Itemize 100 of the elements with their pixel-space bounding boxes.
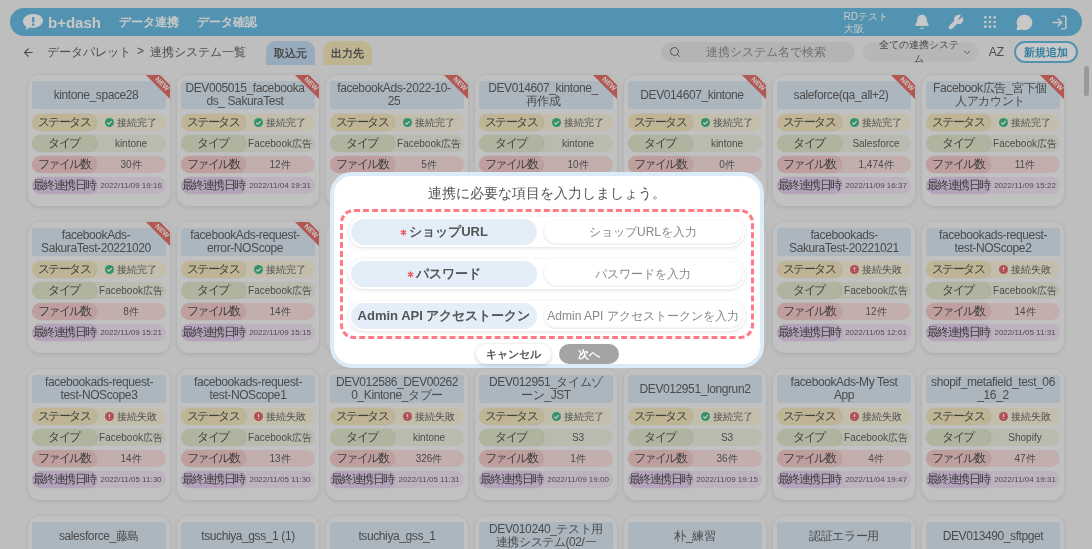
field-label: ファイル数 — [777, 303, 841, 320]
input-field[interactable]: パスワードを入力 — [543, 261, 743, 287]
field-label: ステータス — [926, 408, 990, 425]
alert-circle-icon — [254, 412, 263, 421]
status-text: 接続失敗 — [415, 409, 455, 424]
breadcrumb-item[interactable]: データパレット — [47, 43, 131, 61]
back-arrow-icon[interactable] — [22, 45, 35, 59]
field-label: 最終連携日時 — [777, 324, 841, 341]
field-value: Facebook広告 — [843, 430, 909, 445]
field-value: 4件 — [867, 451, 885, 466]
connection-card[interactable]: DEV012586_DEV002620_Kintone_タブー ステータス 接続失敗 タイプ kintone ファイル数 326件 最終連携日時 2022/11/05 11:31 — [326, 369, 468, 500]
check-circle-icon — [701, 412, 710, 421]
field-label: ステータス — [926, 261, 990, 278]
alert-circle-icon — [403, 412, 412, 421]
search-icon — [668, 46, 681, 58]
sort-button[interactable]: AZ — [986, 45, 1006, 59]
field-label: ステータス — [181, 408, 245, 425]
field-value: 14件 — [119, 451, 143, 466]
breadcrumb-item: 連携システム一覧 — [150, 43, 246, 61]
status-text: 接続完了 — [266, 115, 306, 130]
field-label: 最終連携日時 — [777, 177, 841, 194]
field-label: 最終連携日時 — [330, 471, 394, 488]
connection-card[interactable]: facebookAds-My Test App ステータス 接続失敗 タイプ Facebook広告 ファイル数 4件 最終連携日時 2022/11/04 19:47 — [773, 369, 915, 500]
field-label: 最終連携日時 — [926, 324, 990, 341]
field-label: タイプ — [777, 429, 841, 446]
alert-circle-icon — [850, 265, 859, 274]
field-value: 2022/11/09 19:16 — [99, 180, 163, 192]
connection-card[interactable]: DEV010240_テスト用連携システム(02/一 — [475, 516, 617, 549]
connection-card[interactable]: DEV012951_longrun2 ステータス 接続完了 タイプ S3 ファイル数 36件 最終連携日時 2022/11/09 19:15 — [624, 369, 766, 500]
field-label: ステータス — [479, 408, 543, 425]
field-label: ファイル数 — [181, 303, 245, 320]
field-label: タイプ — [32, 429, 96, 446]
status-text: 接続完了 — [713, 115, 753, 130]
field-value: 2022/11/09 15:15 — [248, 327, 312, 339]
alert-circle-icon — [850, 412, 859, 421]
check-circle-icon — [999, 118, 1008, 127]
login-icon[interactable] — [1051, 13, 1068, 31]
form-field[interactable]: Admin API アクセストークン Admin API アクセストークンを入力 — [349, 301, 745, 331]
connection-card[interactable]: tsuchiya_gss_1 — [326, 516, 468, 549]
tab[interactable]: 出力先 — [323, 41, 372, 65]
tab[interactable]: 取込元 — [266, 41, 315, 65]
scrollbar-thumb[interactable] — [1084, 66, 1089, 96]
system-filter-dropdown[interactable]: 全ての連携システム — [862, 42, 979, 62]
check-circle-icon — [701, 118, 710, 127]
connection-card[interactable]: facebookads-request-test-NOScope2 ステータス 接続失敗 タイプ Facebook広告 ファイル数 14件 最終連携日時 2022/11/05 11:31 — [922, 222, 1064, 353]
form-field[interactable]: ショップURL ショップURLを入力 — [349, 217, 745, 247]
connection-card[interactable]: shopif_metafield_test_06_16_2 ステータス 接続失敗 タイプ Shopify ファイル数 47件 最終連携日時 2022/11/04 19:31 — [922, 369, 1064, 500]
card-title: shopif_metafield_test_06_16_2 — [926, 375, 1060, 403]
card-title: facebookads-SakuraTest-20221021 — [777, 228, 911, 256]
connection-card[interactable]: tsuchiya_gss_1 (1) — [177, 516, 319, 549]
connection-card[interactable]: 認証エラー用 — [773, 516, 915, 549]
field-value: 2022/11/09 19:00 — [546, 474, 610, 486]
field-label: ファイル数 — [330, 156, 394, 173]
grid-icon[interactable] — [982, 14, 998, 30]
field-label: 最終連携日時 — [181, 177, 245, 194]
field-value: 2022/11/05 11:30 — [248, 474, 312, 486]
connection-card[interactable]: facebookads-request-test-NOScope3 ステータス 接続失敗 タイプ Facebook広告 ファイル数 14件 最終連携日時 2022/11/05 11:30 — [28, 369, 170, 500]
connection-card[interactable]: facebookads-request-test-NOScope1 ステータス 接続失敗 タイプ Facebook広告 ファイル数 13件 最終連携日時 2022/11/05 11:30 — [177, 369, 319, 500]
input-field[interactable]: ショップURLを入力 — [543, 219, 743, 245]
field-value: Facebook広告 — [992, 136, 1058, 151]
connection-card[interactable]: facebookads-SakuraTest-20221021 ステータス 接続失敗 タイプ Facebook広告 ファイル数 12件 最終連携日時 2022/11/05 12:01 — [773, 222, 915, 353]
status-text: 接続完了 — [713, 409, 753, 424]
field-label: タイプ — [479, 429, 543, 446]
status-text: 接続失敗 — [1011, 409, 1051, 424]
connection-card[interactable]: 朴_練習 — [624, 516, 766, 549]
status-text: 接続完了 — [564, 115, 604, 130]
chat-icon[interactable] — [1016, 13, 1033, 31]
field-label: ファイル数 — [330, 450, 394, 467]
bell-icon[interactable] — [914, 14, 930, 30]
check-circle-icon — [254, 265, 263, 274]
required-mark-icon — [407, 270, 414, 278]
field-label: 最終連携日時 — [777, 471, 841, 488]
field-label: ステータス — [628, 114, 692, 131]
check-circle-icon — [552, 412, 561, 421]
wrench-icon[interactable] — [948, 14, 964, 30]
field-value: Facebook広告 — [247, 430, 313, 445]
connection-card[interactable]: DEV012951_タイムゾーン_JST ステータス 接続完了 タイプ S3 ファイル数 1件 最終連携日時 2022/11/09 19:00 — [475, 369, 617, 500]
field-value: Facebook広告 — [992, 283, 1058, 298]
form-field[interactable]: パスワード パスワードを入力 — [349, 259, 745, 289]
connection-card[interactable]: salesforce_藤島 — [28, 516, 170, 549]
field-value: Facebook広告 — [396, 136, 462, 151]
speech-bubble-logo-icon — [22, 13, 44, 31]
check-circle-icon — [105, 265, 114, 274]
connection-card[interactable]: DEV013490_sftpget — [922, 516, 1064, 549]
field-value: 2022/11/05 11:31 — [397, 474, 461, 486]
field-label: タイプ — [32, 282, 96, 299]
status-text: 接続完了 — [415, 115, 455, 130]
cancel-button[interactable]: キャンセル — [475, 344, 551, 364]
field-label: 最終連携日時 — [479, 471, 543, 488]
field-label: タイプ — [926, 282, 990, 299]
field-label: 最終連携日時 — [926, 177, 990, 194]
field-label: 最終連携日時 — [181, 471, 245, 488]
field-value: 13件 — [268, 451, 292, 466]
field-label: タイプ — [181, 135, 245, 152]
input-field[interactable]: Admin API アクセストークンを入力 — [543, 303, 743, 329]
field-value: kintone — [709, 137, 745, 151]
field-value: 47件 — [1013, 451, 1037, 466]
field-value: 2022/11/09 19:15 — [695, 474, 759, 486]
card-title: DEV012951_longrun2 — [628, 375, 762, 403]
card-title: DEV012586_DEV002620_Kintone_タブー — [330, 375, 464, 403]
